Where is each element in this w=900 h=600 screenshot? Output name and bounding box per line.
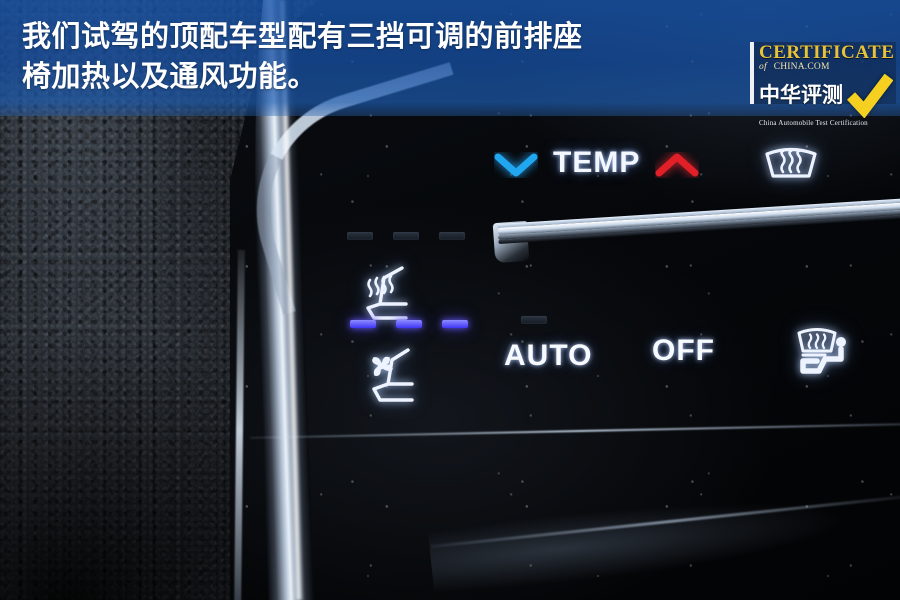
seat-heater-icon — [366, 266, 408, 320]
front-defroster-button[interactable] — [795, 325, 855, 386]
indicator-segment — [442, 320, 468, 328]
watermark-title-row: CERTIFICATE of CHINA.COM — [759, 42, 896, 73]
chevron-down-icon — [494, 153, 538, 177]
watermark-chinese-name: 中华评测 — [759, 83, 843, 107]
seat-heater-level-indicators — [347, 232, 465, 240]
auto-indicator — [521, 316, 547, 324]
indicator-segment — [393, 232, 419, 240]
chevron-up-icon — [655, 153, 699, 177]
certificate-watermark: CERTIFICATE of CHINA.COM 中华评测 China Auto… — [750, 42, 896, 127]
seat-ventilation-icon — [372, 348, 414, 402]
indicator-segment — [347, 232, 373, 240]
seat-heater-button[interactable] — [356, 262, 418, 329]
indicator-segment — [396, 320, 422, 328]
rear-defroster-icon — [765, 147, 817, 178]
watermark-left-bar — [750, 42, 754, 104]
watermark-body: CERTIFICATE of CHINA.COM 中华评测 China Auto… — [759, 42, 896, 127]
checkmark-icon — [847, 73, 893, 118]
watermark-chinese-row: 中华评测 — [759, 73, 896, 118]
indicator-segment — [439, 232, 465, 240]
temp-increase-button[interactable] — [655, 152, 699, 178]
temp-label: TEMP — [553, 146, 641, 179]
seat-ventilation-button[interactable] — [362, 344, 424, 411]
screenshot-root: TEMP AUTO OFF 我们试驾的顶配车型配有三挡可调的前排座 椅加热以及通… — [0, 0, 900, 600]
indicator-segment — [521, 316, 547, 324]
watermark-subtitle: of CHINA.COM — [759, 62, 896, 73]
watermark-subtitle-prefix: of — [759, 62, 767, 72]
watermark-subtitle-domain: CHINA.COM — [773, 62, 830, 72]
auto-button[interactable]: AUTO — [504, 339, 592, 373]
front-windshield-defroster-icon — [797, 328, 846, 374]
watermark-title: CERTIFICATE — [759, 42, 895, 63]
indicator-segment — [350, 320, 376, 328]
rear-defroster-button[interactable] — [763, 142, 819, 191]
seat-ventilation-level-indicators — [350, 320, 468, 328]
off-button[interactable]: OFF — [652, 334, 715, 368]
temp-decrease-button[interactable] — [494, 152, 538, 178]
watermark-footer: China Automobile Test Certification — [759, 118, 868, 127]
